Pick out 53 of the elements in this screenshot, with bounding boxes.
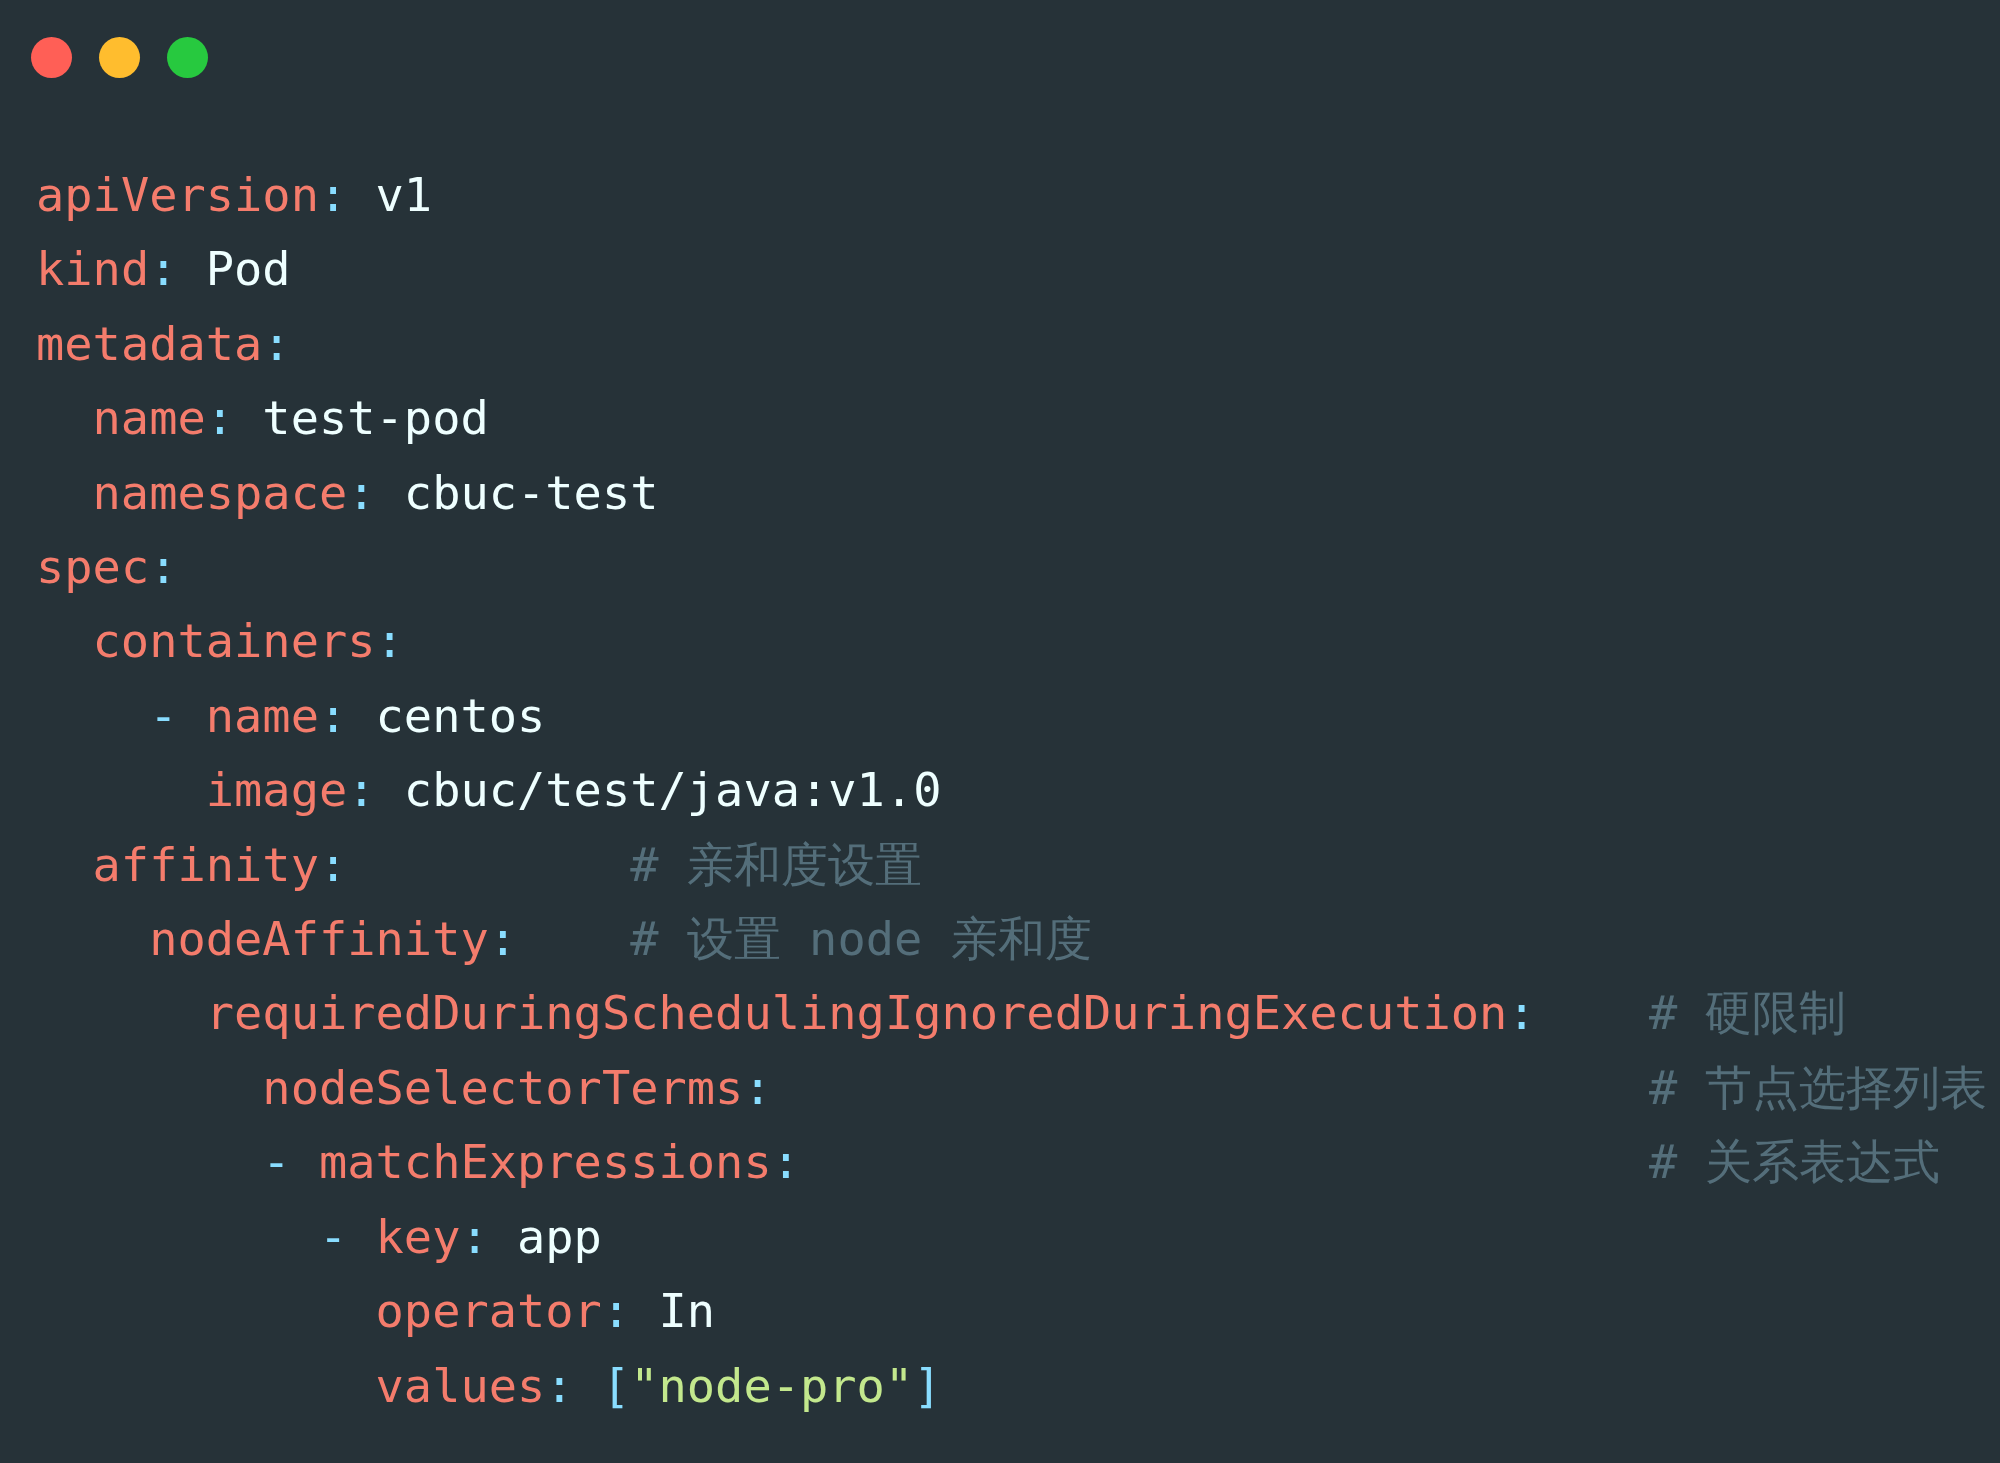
yaml-colon: : xyxy=(488,911,518,967)
yaml-value: app xyxy=(517,1208,602,1264)
code-comment: # 硬限制 xyxy=(1648,984,1847,1043)
yaml-colon: : xyxy=(262,315,291,371)
yaml-colon: : xyxy=(743,1059,772,1115)
yaml-key: nodeAffinity xyxy=(149,911,489,967)
yaml-value: v1 xyxy=(375,167,433,222)
yaml-key: apiVersion xyxy=(36,167,319,222)
yaml-colon: : xyxy=(460,1208,489,1264)
yaml-colon: : xyxy=(318,687,348,743)
yaml-key: namespace xyxy=(92,464,348,520)
yaml-key: key xyxy=(375,1208,461,1264)
yaml-key: matchExpressions xyxy=(318,1134,772,1190)
yaml-colon: : xyxy=(347,762,376,818)
yaml-colon: : xyxy=(318,167,348,222)
yaml-key: values xyxy=(375,1357,546,1413)
yaml-value: Pod xyxy=(205,241,291,297)
yaml-value: In xyxy=(658,1283,716,1339)
yaml-key: metadata xyxy=(36,315,263,371)
yaml-key: operator xyxy=(375,1283,602,1339)
yaml-value: centos xyxy=(375,687,546,743)
yaml-key: affinity xyxy=(92,836,319,892)
yaml-colon: : xyxy=(771,1134,800,1190)
yaml-bracket: [ xyxy=(601,1357,631,1413)
yaml-colon: : xyxy=(601,1283,631,1339)
yaml-colon: : xyxy=(545,1357,574,1413)
code-comment: # 亲和度设置 xyxy=(630,835,922,894)
yaml-value: test-pod xyxy=(262,390,489,446)
yaml-bracket: ] xyxy=(913,1357,942,1413)
yaml-key: requiredDuringSchedulingIgnoredDuringExecution xyxy=(205,985,1508,1041)
yaml-key: image xyxy=(205,762,348,818)
yaml-colon: : xyxy=(1507,985,1536,1041)
list-dash: - xyxy=(318,1208,348,1264)
yaml-colon: : xyxy=(149,241,178,297)
yaml-key: spec xyxy=(36,539,150,595)
yaml-colon: : xyxy=(375,613,404,669)
yaml-colon: : xyxy=(205,390,235,446)
yaml-colon: : xyxy=(347,464,376,520)
yaml-key: name xyxy=(92,390,206,446)
code-comment: # 设置 node 亲和度 xyxy=(630,910,1092,969)
yaml-key: kind xyxy=(36,241,150,297)
yaml-value: cbuc/test/java:v1.0 xyxy=(403,762,942,818)
yaml-colon: : xyxy=(149,539,178,595)
yaml-key: name xyxy=(205,687,319,743)
yaml-string: "node-pro" xyxy=(630,1357,914,1413)
yaml-value: cbuc-test xyxy=(403,464,659,520)
code-comment: # 节点选择列表 xyxy=(1648,1058,1988,1117)
yaml-key: nodeSelectorTerms xyxy=(262,1059,744,1115)
list-dash: - xyxy=(149,687,178,743)
code-comment: # 关系表达式 xyxy=(1648,1133,1941,1192)
yaml-colon: : xyxy=(318,836,348,892)
yaml-key: containers xyxy=(92,613,376,669)
list-dash: - xyxy=(262,1134,291,1190)
